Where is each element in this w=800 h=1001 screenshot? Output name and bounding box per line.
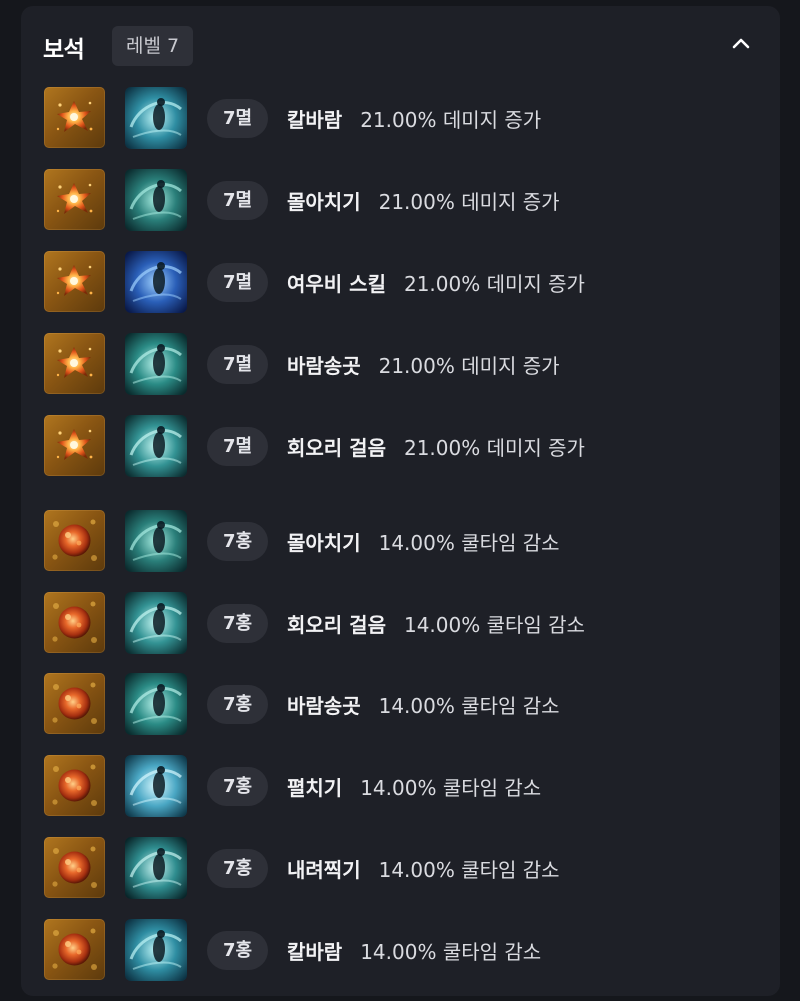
gem-description: 바람송곳 14.00% 쿨타임 감소 bbox=[287, 690, 560, 719]
gem-row[interactable]: 7홍 몰아치기 14.00% 쿨타임 감소 bbox=[21, 510, 780, 572]
gem-row[interactable]: 7홍 칼바람 14.00% 쿨타임 감소 bbox=[21, 919, 780, 981]
downward-strike-skill-icon bbox=[125, 837, 187, 899]
gem-row[interactable]: 7멸 칼바람 21.00% 데미지 증가 bbox=[21, 87, 780, 149]
vortex-skill-icon bbox=[125, 169, 187, 231]
cooldown-gem-icon bbox=[44, 837, 105, 898]
umbrella-spin-skill-icon bbox=[125, 673, 187, 735]
gem-description: 몰아치기 14.00% 쿨타임 감소 bbox=[287, 527, 560, 556]
gem-level-badge: 7홍 bbox=[207, 931, 268, 970]
skill-name: 칼바람 bbox=[287, 108, 343, 132]
gem-row[interactable]: 7멸 여우비 스킬 21.00% 데미지 증가 bbox=[21, 251, 780, 313]
panel-title: 보석 bbox=[43, 37, 85, 63]
gem-effect: 21.00% 데미지 증가 bbox=[378, 190, 560, 214]
circle-dance-skill-icon bbox=[125, 415, 187, 477]
skill-name: 펼치기 bbox=[287, 776, 343, 800]
skill-name: 회오리 걸음 bbox=[287, 436, 386, 460]
gem-description: 펼치기 14.00% 쿨타임 감소 bbox=[287, 772, 541, 801]
gem-row[interactable]: 7홍 회오리 걸음 14.00% 쿨타임 감소 bbox=[21, 592, 780, 654]
gem-panel-header: 보석 레벨 7 bbox=[21, 6, 780, 82]
cooldown-gem-icon bbox=[44, 919, 105, 980]
vortex-skill-icon bbox=[125, 510, 187, 572]
gem-row[interactable]: 7홍 내려찍기 14.00% 쿨타임 감소 bbox=[21, 837, 780, 899]
skill-name: 바람송곳 bbox=[287, 354, 361, 378]
gem-description: 칼바람 14.00% 쿨타임 감소 bbox=[287, 936, 541, 965]
gem-effect: 21.00% 데미지 증가 bbox=[360, 108, 542, 132]
skill-name: 몰아치기 bbox=[287, 190, 361, 214]
skill-name: 바람송곳 bbox=[287, 694, 361, 718]
gem-level-badge: 7홍 bbox=[207, 767, 268, 806]
gem-effect: 21.00% 데미지 증가 bbox=[403, 436, 585, 460]
rain-umbrella-skill-icon bbox=[125, 251, 187, 313]
damage-gem-icon bbox=[44, 333, 105, 394]
cooldown-gem-icon bbox=[44, 510, 105, 571]
swirl-slash-skill-icon bbox=[125, 87, 187, 149]
gem-effect: 14.00% 쿨타임 감소 bbox=[378, 694, 560, 718]
cooldown-gem-icon bbox=[44, 673, 105, 734]
gem-effect: 14.00% 쿨타임 감소 bbox=[360, 776, 542, 800]
circle-dance-skill-icon bbox=[125, 592, 187, 654]
gem-description: 몰아치기 21.00% 데미지 증가 bbox=[287, 186, 560, 215]
damage-gem-icon bbox=[44, 251, 105, 312]
collapse-button[interactable] bbox=[730, 32, 752, 54]
gem-level-badge: 7홍 bbox=[207, 522, 268, 561]
umbrella-spin-skill-icon bbox=[125, 333, 187, 395]
gem-panel: 보석 레벨 7 7멸 칼바람 21.00% 데미지 증가 7멸 몰아치기 21.00% 데… bbox=[21, 6, 780, 996]
swirl-slash-skill-icon bbox=[125, 919, 187, 981]
gem-row[interactable]: 7멸 몰아치기 21.00% 데미지 증가 bbox=[21, 169, 780, 231]
skill-name: 여우비 스킬 bbox=[287, 272, 386, 296]
gem-row[interactable]: 7홍 펼치기 14.00% 쿨타임 감소 bbox=[21, 755, 780, 817]
gem-description: 내려찍기 14.00% 쿨타임 감소 bbox=[287, 854, 560, 883]
gem-row[interactable]: 7멸 바람송곳 21.00% 데미지 증가 bbox=[21, 333, 780, 395]
damage-gem-icon bbox=[44, 415, 105, 476]
skill-name: 몰아치기 bbox=[287, 531, 361, 555]
skill-name: 내려찍기 bbox=[287, 858, 361, 882]
gem-description: 바람송곳 21.00% 데미지 증가 bbox=[287, 350, 560, 379]
gem-level-badge: 7홍 bbox=[207, 685, 268, 724]
gem-row[interactable]: 7멸 회오리 걸음 21.00% 데미지 증가 bbox=[21, 415, 780, 477]
umbrella-burst-skill-icon bbox=[125, 755, 187, 817]
cooldown-gem-icon bbox=[44, 592, 105, 653]
gem-effect: 14.00% 쿨타임 감소 bbox=[378, 858, 560, 882]
gem-effect: 14.00% 쿨타임 감소 bbox=[378, 531, 560, 555]
gem-effect: 21.00% 데미지 증가 bbox=[403, 272, 585, 296]
chevron-up-icon bbox=[732, 38, 750, 49]
skill-name: 칼바람 bbox=[287, 940, 343, 964]
gem-level-badge: 7멸 bbox=[207, 181, 268, 220]
gem-effect: 14.00% 쿨타임 감소 bbox=[360, 940, 542, 964]
cooldown-gem-icon bbox=[44, 755, 105, 816]
gem-level-badge: 7멸 bbox=[207, 427, 268, 466]
level-badge: 레벨 7 bbox=[112, 26, 194, 66]
gem-description: 회오리 걸음 21.00% 데미지 증가 bbox=[287, 432, 585, 461]
gem-level-badge: 7홍 bbox=[207, 604, 268, 643]
gem-level-badge: 7멸 bbox=[207, 99, 268, 138]
damage-gem-icon bbox=[44, 169, 105, 230]
gem-effect: 14.00% 쿨타임 감소 bbox=[403, 613, 585, 637]
gem-level-badge: 7멸 bbox=[207, 345, 268, 384]
skill-name: 회오리 걸음 bbox=[287, 613, 386, 637]
gem-row[interactable]: 7홍 바람송곳 14.00% 쿨타임 감소 bbox=[21, 673, 780, 735]
gem-description: 회오리 걸음 14.00% 쿨타임 감소 bbox=[287, 609, 585, 638]
gem-description: 여우비 스킬 21.00% 데미지 증가 bbox=[287, 268, 585, 297]
gem-level-badge: 7멸 bbox=[207, 263, 268, 302]
gem-level-badge: 7홍 bbox=[207, 849, 268, 888]
gem-effect: 21.00% 데미지 증가 bbox=[378, 354, 560, 378]
damage-gem-icon bbox=[44, 87, 105, 148]
gem-description: 칼바람 21.00% 데미지 증가 bbox=[287, 104, 541, 133]
